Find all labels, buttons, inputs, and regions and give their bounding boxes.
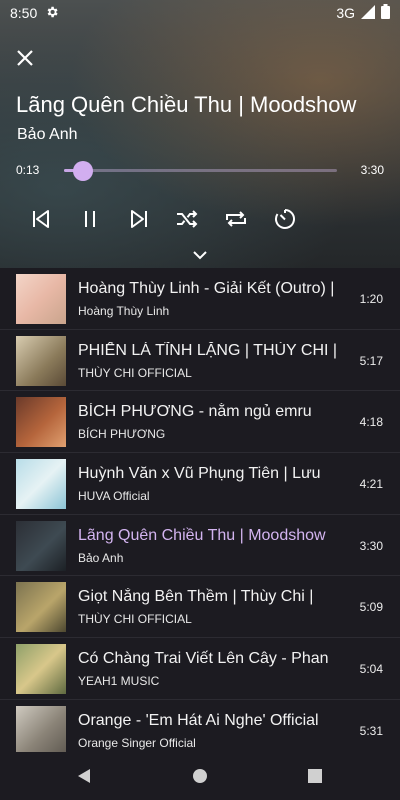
queue-item[interactable]: Có Chàng Trai Viết Lên Cây - Phan YEAH1 …	[0, 638, 400, 700]
close-button[interactable]	[12, 45, 38, 71]
signal-icon	[361, 4, 375, 22]
queue-item-duration: 3:30	[359, 538, 383, 553]
system-nav-bar	[0, 752, 400, 800]
recents-button[interactable]	[307, 768, 323, 784]
queue-item[interactable]: Giọt Nắng Bên Thềm | Thùy Chi | THÙY CHI…	[0, 576, 400, 639]
shuffle-icon	[177, 210, 198, 228]
gear-icon	[45, 5, 59, 22]
thumbnail	[16, 705, 66, 752]
queue-item-title: PHIẾN LÁ TĨNH LẶNG | THÙY CHI |	[78, 341, 338, 359]
shuffle-button[interactable]	[172, 204, 202, 234]
thumbnail	[16, 520, 66, 571]
repeat-icon	[226, 211, 246, 227]
skip-next-icon	[131, 210, 147, 228]
queue-item-artist: THÙY CHI OFFICIAL	[78, 612, 192, 627]
song-artist: Bảo Anh	[17, 126, 78, 143]
queue-item[interactable]: Orange - 'Em Hát Ai Nghe' Official Orang…	[0, 700, 400, 752]
queue-item-duration: 1:20	[359, 292, 383, 306]
queue-item-artist: HUVA Official	[78, 489, 150, 504]
status-time: 8:50	[10, 5, 38, 21]
queue-item-duration: 5:31	[359, 723, 383, 738]
recents-square-icon	[308, 769, 322, 783]
collapse-button[interactable]	[190, 247, 210, 263]
home-circle-icon	[193, 769, 207, 783]
queue-item-title: Hoàng Thùy Linh - Giải Kết (Outro) |	[78, 280, 335, 297]
pause-button[interactable]	[75, 204, 105, 234]
queue-item[interactable]: Hoàng Thùy Linh - Giải Kết (Outro) | Hoà…	[0, 268, 400, 330]
battery-icon	[381, 4, 390, 22]
back-triangle-icon	[78, 769, 90, 783]
queue-item-artist: Bảo Anh	[78, 550, 124, 565]
skip-previous-icon	[33, 210, 49, 228]
queue-item[interactable]: BÍCH PHƯƠNG - nằm ngủ emru BÍCH PHƯƠNG 4…	[0, 391, 400, 454]
queue-item-title: BÍCH PHƯƠNG - nằm ngủ emru	[78, 403, 312, 421]
queue-item-artist: THÙY CHI OFFICIAL	[78, 365, 192, 380]
queue-item-duration: 5:09	[359, 600, 383, 615]
seek-thumb[interactable]	[72, 161, 93, 181]
queue-item-artist: Hoàng Thùy Linh	[78, 304, 170, 318]
repeat-button[interactable]	[221, 204, 251, 234]
total-time: 3:30	[360, 163, 384, 177]
current-time: 0:13	[16, 163, 40, 177]
chevron-down-icon	[193, 250, 207, 259]
pause-icon	[85, 211, 95, 227]
queue-item-artist: YEAH1 MUSIC	[78, 674, 160, 689]
thumbnail	[16, 459, 66, 510]
queue-item-active[interactable]: Lãng Quên Chiều Thu | Moodshow Bảo Anh 3…	[0, 515, 400, 577]
thumbnail	[16, 397, 66, 448]
sleep-timer-button[interactable]	[270, 204, 300, 234]
queue-item-title: Orange - 'Em Hát Ai Nghe' Official	[78, 711, 319, 729]
seek-bar[interactable]	[64, 161, 337, 181]
queue-item[interactable]: PHIẾN LÁ TĨNH LẶNG | THÙY CHI | THÙY CHI…	[0, 330, 400, 392]
queue-item-artist: BÍCH PHƯƠNG	[78, 427, 166, 442]
song-title: Lãng Quên Chiều Thu | Moodshow	[16, 92, 357, 117]
home-button[interactable]	[192, 768, 208, 784]
queue-item-duration: 4:18	[359, 415, 383, 430]
thumbnail	[16, 582, 66, 633]
queue-item-title: Có Chàng Trai Viết Lên Cây - Phan	[78, 650, 329, 668]
queue-item-duration: 5:04	[359, 662, 383, 677]
timer-icon	[275, 209, 295, 229]
next-button[interactable]	[124, 204, 154, 234]
now-playing-panel: 8:50 3G Lãng Quên Chiều Thu | Moodshow B…	[0, 0, 400, 268]
queue-item[interactable]: Huỳnh Văn x Vũ Phụng Tiên | Lưu HUVA Off…	[0, 453, 400, 515]
queue-item-title: Giọt Nắng Bên Thềm | Thùy Chi |	[78, 588, 314, 606]
queue-item-artist: Orange Singer Official	[78, 735, 196, 750]
queue-item-title: Huỳnh Văn x Vũ Phụng Tiên | Lưu	[78, 465, 321, 483]
thumbnail	[16, 335, 66, 386]
thumbnail	[16, 644, 66, 695]
previous-button[interactable]	[26, 204, 56, 234]
queue-item-title: Lãng Quên Chiều Thu | Moodshow	[78, 526, 326, 544]
queue-item-duration: 5:17	[359, 353, 383, 368]
queue-item-duration: 4:21	[359, 477, 383, 492]
close-icon	[17, 50, 33, 66]
back-button[interactable]	[76, 768, 92, 784]
network-type: 3G	[336, 5, 355, 21]
queue-list[interactable]: Hoàng Thùy Linh - Giải Kết (Outro) | Hoà…	[0, 268, 400, 752]
status-bar: 8:50 3G	[0, 0, 400, 26]
thumbnail	[16, 274, 66, 324]
